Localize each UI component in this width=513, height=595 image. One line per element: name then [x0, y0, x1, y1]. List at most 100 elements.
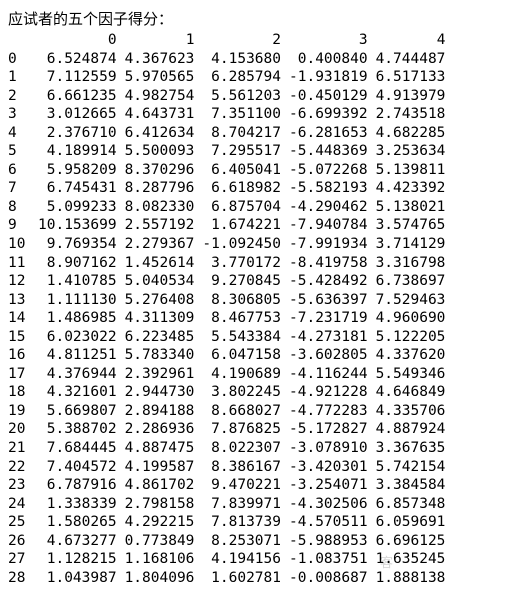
row-index: 4	[8, 124, 38, 143]
col-header: 2	[202, 31, 289, 50]
cell-value: 2.376710	[38, 124, 125, 143]
cell-value: 1.804096	[125, 569, 203, 588]
cell-value: 1.486985	[38, 309, 125, 328]
table-row: 26.6612354.9827545.561203-0.4501294.9139…	[8, 87, 453, 106]
cell-value: -3.254071	[289, 476, 376, 495]
cell-value: 6.059691	[376, 513, 454, 532]
cell-value: -1.092450	[202, 235, 289, 254]
cell-value: 1.338339	[38, 495, 125, 514]
cell-value: 0.773849	[125, 532, 203, 551]
cell-value: 5.500093	[125, 142, 203, 161]
cell-value: -6.281653	[289, 124, 376, 143]
table-row: 156.0230226.2234855.543384-4.2731815.122…	[8, 328, 453, 347]
cell-value: -4.302506	[289, 495, 376, 514]
row-index: 17	[8, 365, 38, 384]
table-row: 33.0126654.6437317.351100-6.6993922.7435…	[8, 105, 453, 124]
row-index: 21	[8, 439, 38, 458]
cell-value: 4.367623	[125, 50, 203, 69]
row-index: 24	[8, 495, 38, 514]
cell-value: 1.128215	[38, 550, 125, 569]
table-row: 17.1125595.9705656.285794-1.9318196.5171…	[8, 68, 453, 87]
cell-value: 3.770172	[202, 254, 289, 273]
row-index: 23	[8, 476, 38, 495]
cell-value: 4.189914	[38, 142, 125, 161]
row-index: 10	[8, 235, 38, 254]
cell-value: 3.714129	[376, 235, 454, 254]
cell-value: 6.618982	[202, 179, 289, 198]
cell-value: 2.279367	[125, 235, 203, 254]
cell-value: 10.153699	[38, 216, 125, 235]
table-row: 54.1899145.5000937.295517-5.4483693.2536…	[8, 142, 453, 161]
cell-value: 4.744487	[376, 50, 454, 69]
cell-value: 4.960690	[376, 309, 454, 328]
row-index: 6	[8, 161, 38, 180]
cell-value: 6.223485	[125, 328, 203, 347]
cell-value: -0.450129	[289, 87, 376, 106]
cell-value: 4.311309	[125, 309, 203, 328]
row-index: 25	[8, 513, 38, 532]
cell-value: 3.802245	[202, 383, 289, 402]
col-header: 0	[38, 31, 125, 50]
cell-value: 5.742154	[376, 458, 454, 477]
cell-value: 1.602781	[202, 569, 289, 588]
cell-value: 3.012665	[38, 105, 125, 124]
row-index: 19	[8, 402, 38, 421]
row-index: 8	[8, 198, 38, 217]
table-row: 164.8112515.7833406.047158-3.6028054.337…	[8, 346, 453, 365]
cell-value: -4.116244	[289, 365, 376, 384]
cell-value: 8.668027	[202, 402, 289, 421]
cell-value: -5.636397	[289, 291, 376, 310]
cell-value: 5.138021	[376, 198, 454, 217]
cell-value: -5.428492	[289, 272, 376, 291]
row-index: 1	[8, 68, 38, 87]
table-row: 184.3216012.9447303.802245-4.9212284.646…	[8, 383, 453, 402]
table-header-row: 0 1 2 3 4	[8, 31, 453, 50]
cell-value: 5.549346	[376, 365, 454, 384]
table-row: 65.9582098.3702966.405041-5.0722685.1398…	[8, 161, 453, 180]
cell-value: 5.669807	[38, 402, 125, 421]
cell-value: 2.743518	[376, 105, 454, 124]
table-row: 06.5248744.3676234.1536800.4008404.74448…	[8, 50, 453, 69]
row-index: 9	[8, 216, 38, 235]
cell-value: 7.684445	[38, 439, 125, 458]
cell-value: -5.448369	[289, 142, 376, 161]
cell-value: 1.410785	[38, 272, 125, 291]
row-index: 11	[8, 254, 38, 273]
cell-value: 1.580265	[38, 513, 125, 532]
cell-value: 5.543384	[202, 328, 289, 347]
cell-value: 5.388702	[38, 420, 125, 439]
row-index: 16	[8, 346, 38, 365]
cell-value: 4.423392	[376, 179, 454, 198]
cell-value: 4.673277	[38, 532, 125, 551]
cell-value: -4.290462	[289, 198, 376, 217]
cell-value: 9.470221	[202, 476, 289, 495]
cell-value: 4.321601	[38, 383, 125, 402]
page-title: 应试者的五个因子得分：	[8, 8, 505, 29]
cell-value: 5.122205	[376, 328, 454, 347]
table-row: 217.6844454.8874758.022307-3.0789103.367…	[8, 439, 453, 458]
cell-value: 4.199587	[125, 458, 203, 477]
cell-value: 6.405041	[202, 161, 289, 180]
cell-value: 4.887475	[125, 439, 203, 458]
cell-value: 1.452614	[125, 254, 203, 273]
cell-value: 2.286936	[125, 420, 203, 439]
cell-value: 2.944730	[125, 383, 203, 402]
cell-value: 6.696125	[376, 532, 454, 551]
cell-value: -4.772283	[289, 402, 376, 421]
table-row: 109.7693542.279367-1.092450-7.9919343.71…	[8, 235, 453, 254]
cell-value: -5.988953	[289, 532, 376, 551]
table-row: 76.7454318.2877966.618982-5.5821934.4233…	[8, 179, 453, 198]
cell-value: 6.517133	[376, 68, 454, 87]
cell-value: 3.574765	[376, 216, 454, 235]
row-index: 18	[8, 383, 38, 402]
cell-value: 6.412634	[125, 124, 203, 143]
cell-value: 1.043987	[38, 569, 125, 588]
cell-value: 1.635245	[376, 550, 454, 569]
cell-value: -4.921228	[289, 383, 376, 402]
row-index: 12	[8, 272, 38, 291]
row-index: 5	[8, 142, 38, 161]
row-index: 26	[8, 532, 38, 551]
table-row: 131.1111305.2764088.306805-5.6363977.529…	[8, 291, 453, 310]
table-row: 174.3769442.3929614.190689-4.1162445.549…	[8, 365, 453, 384]
cell-value: 7.404572	[38, 458, 125, 477]
